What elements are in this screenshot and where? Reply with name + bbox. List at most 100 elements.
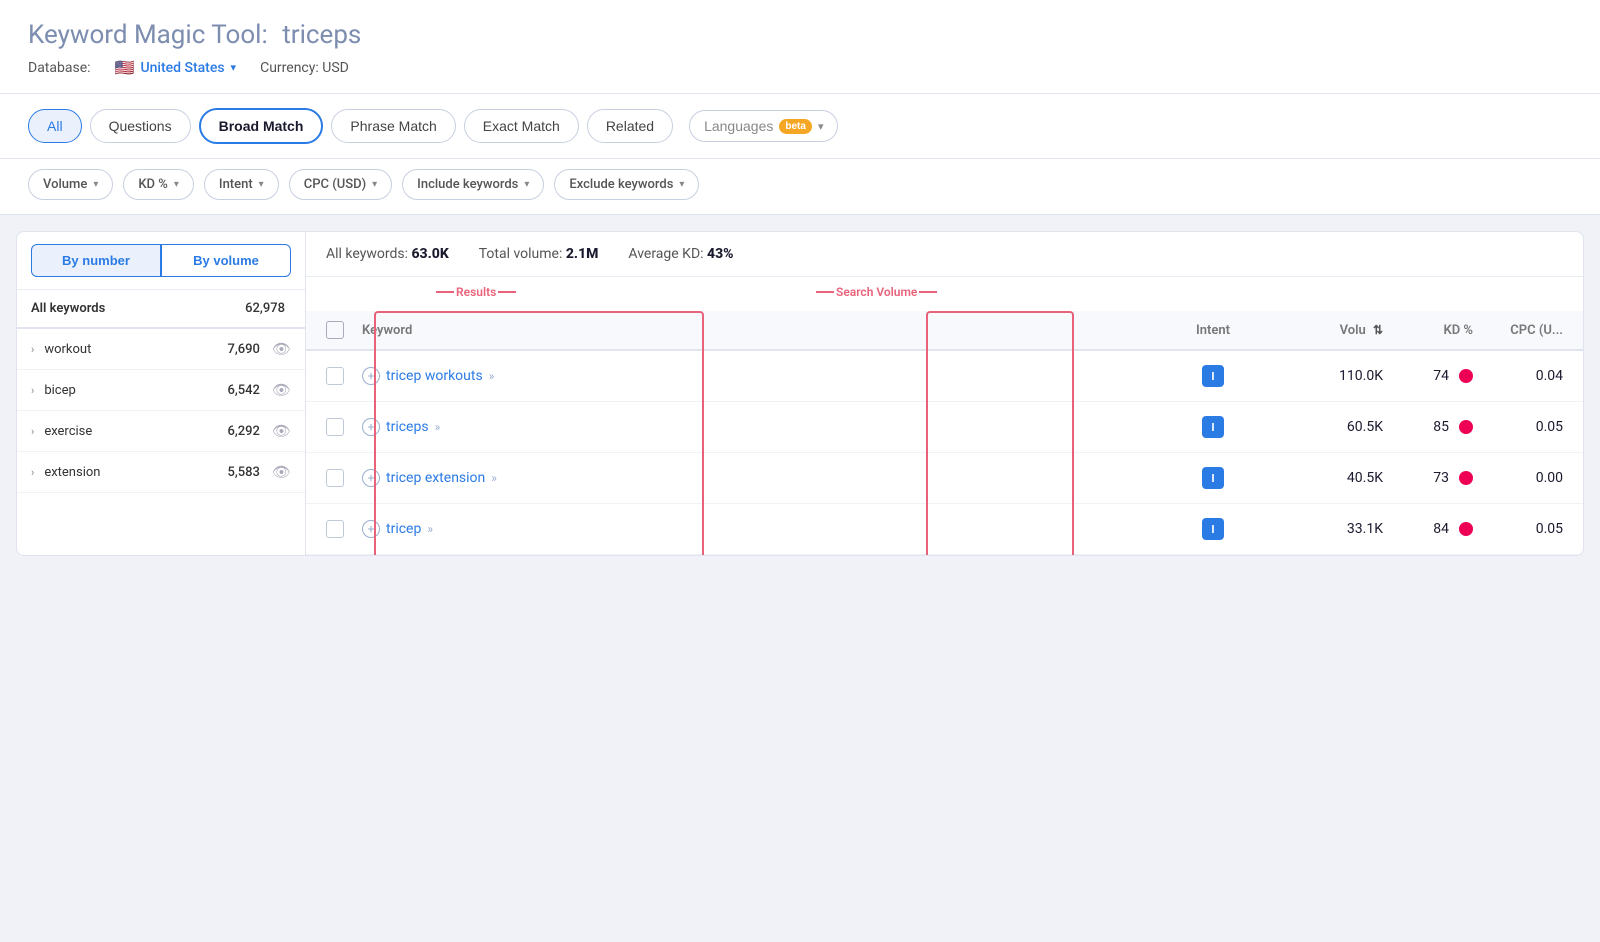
sidebar-count-exercise: 6,292 [227, 424, 259, 439]
toggle-by-volume[interactable]: By volume [161, 244, 291, 277]
table-row: + tricep extension » I 40.5K 73 [306, 453, 1583, 504]
dash-left-icon [436, 291, 454, 293]
volume-value-2: 60.5K [1347, 419, 1383, 435]
tab-broad-match[interactable]: Broad Match [199, 108, 324, 144]
avg-kd-value: 43% [707, 246, 734, 262]
row-checkbox-4[interactable] [326, 520, 344, 538]
title-query: triceps [282, 20, 361, 50]
header-volume[interactable]: Volu ⇅ [1263, 323, 1383, 338]
kd-cell-2: 85 [1383, 419, 1473, 435]
row-check-1 [326, 367, 362, 385]
languages-button[interactable]: Languages beta ▾ [689, 110, 838, 142]
sort-icon: ⇅ [1373, 323, 1383, 337]
tab-all[interactable]: All [28, 109, 82, 143]
filter-row: Volume ▾ KD % ▾ Intent ▾ CPC (USD) ▾ Inc… [0, 159, 1600, 215]
kd-filter-label: KD % [138, 177, 168, 192]
kd-dot-2 [1459, 420, 1473, 434]
total-volume-value: 2.1M [566, 246, 599, 262]
sidebar-header-row: All keywords 62,978 [17, 290, 305, 329]
intent-cell-4: I [1163, 518, 1263, 540]
add-keyword-icon-4[interactable]: + [362, 520, 380, 538]
keyword-link-4[interactable]: + tricep » [362, 520, 1163, 538]
keyword-link-2[interactable]: + triceps » [362, 418, 1163, 436]
intent-cell-2: I [1163, 416, 1263, 438]
table-wrapper: Keyword Intent Volu ⇅ KD % CPC (U... [306, 311, 1583, 555]
sidebar-item-extension[interactable]: › extension 5,583 👁 [17, 452, 305, 493]
eye-icon[interactable]: 👁 [272, 381, 291, 399]
chevron-down-icon: ▾ [174, 179, 179, 190]
volume-cell-2: 60.5K [1263, 419, 1383, 435]
select-all-checkbox[interactable] [326, 321, 344, 339]
row-checkbox-3[interactable] [326, 469, 344, 487]
cpc-cell-3: 0.00 [1473, 470, 1563, 486]
annotation-labels-row: Results Search Volume [326, 277, 1563, 311]
sidebar-item-bicep[interactable]: › bicep 6,542 👁 [17, 370, 305, 411]
keyword-cell-3: + tricep extension » [362, 469, 1163, 487]
table-row: + triceps » I 60.5K 85 [306, 402, 1583, 453]
kd-dot-3 [1459, 471, 1473, 485]
eye-icon[interactable]: 👁 [272, 422, 291, 440]
sidebar-item-workout[interactable]: › workout 7,690 👁 [17, 329, 305, 370]
eye-icon[interactable]: 👁 [272, 340, 291, 358]
avg-kd-label: Average KD: [628, 246, 703, 262]
sidebar-label-bicep: bicep [44, 383, 221, 398]
all-keywords-value: 63.0K [411, 246, 448, 262]
chevron-down-icon: ▾ [259, 179, 264, 190]
add-keyword-icon-3[interactable]: + [362, 469, 380, 487]
sidebar: By number By volume All keywords 62,978 … [16, 231, 306, 556]
sidebar-count-extension: 5,583 [227, 465, 259, 480]
volume-value-3: 40.5K [1347, 470, 1383, 486]
intent-badge-1: I [1202, 365, 1224, 387]
chevron-down-icon: ▾ [93, 179, 98, 190]
keyword-link-1[interactable]: + tricep workouts » [362, 367, 1163, 385]
keyword-text-3: tricep extension [386, 470, 485, 486]
exclude-keywords-filter[interactable]: Exclude keywords ▾ [554, 169, 699, 200]
kd-filter[interactable]: KD % ▾ [123, 169, 194, 200]
sidebar-item-exercise[interactable]: › exercise 6,292 👁 [17, 411, 305, 452]
all-keywords-label: All keywords: [326, 246, 408, 262]
database-row: Database: 🇺🇸 United States ▾ Currency: U… [28, 58, 1572, 77]
keyword-link-3[interactable]: + tricep extension » [362, 469, 1163, 487]
tab-questions[interactable]: Questions [90, 109, 191, 143]
row-check-2 [326, 418, 362, 436]
include-keywords-filter[interactable]: Include keywords ▾ [402, 169, 544, 200]
database-selector[interactable]: 🇺🇸 United States ▾ [115, 58, 237, 77]
add-keyword-icon-2[interactable]: + [362, 418, 380, 436]
table-row: + tricep workouts » I 110.0K 74 [306, 351, 1583, 402]
volume-filter[interactable]: Volume ▾ [28, 169, 113, 200]
chevron-right-icon: › [31, 425, 34, 438]
add-keyword-icon-1[interactable]: + [362, 367, 380, 385]
tab-related[interactable]: Related [587, 109, 673, 143]
row-checkbox-1[interactable] [326, 367, 344, 385]
all-keywords-stat: All keywords: 63.0K [326, 246, 449, 262]
keyword-text-2: triceps [386, 419, 429, 435]
volume-value-4: 33.1K [1347, 521, 1383, 537]
intent-badge-2: I [1202, 416, 1224, 438]
cpc-filter[interactable]: CPC (USD) ▾ [289, 169, 392, 200]
volume-value-1: 110.0K [1339, 368, 1383, 384]
row-checkbox-2[interactable] [326, 418, 344, 436]
total-volume-label: Total volume: [479, 246, 563, 262]
currency-label: Currency: USD [260, 60, 349, 76]
toggle-by-number[interactable]: By number [31, 244, 161, 277]
database-label: Database: [28, 60, 91, 76]
beta-badge: beta [779, 119, 812, 134]
intent-badge-4: I [1202, 518, 1224, 540]
cpc-cell-4: 0.05 [1473, 521, 1563, 537]
tab-phrase-match[interactable]: Phrase Match [331, 109, 455, 143]
header: Keyword Magic Tool: triceps Database: 🇺🇸… [0, 0, 1600, 94]
header-check [326, 321, 362, 339]
chevron-down-icon: ▾ [818, 120, 824, 133]
tabs-bar: All Questions Broad Match Phrase Match E… [0, 94, 1600, 159]
row-check-3 [326, 469, 362, 487]
languages-label: Languages [704, 118, 773, 134]
sidebar-header-count: 62,978 [245, 301, 285, 316]
tab-exact-match[interactable]: Exact Match [464, 109, 579, 143]
title-prefix: Keyword Magic Tool: [28, 20, 268, 50]
intent-filter[interactable]: Intent ▾ [204, 169, 279, 200]
avg-kd-stat: Average KD: 43% [628, 246, 733, 262]
table-row: + tricep » I 33.1K 84 0 [306, 504, 1583, 555]
kd-value-3: 73 [1433, 470, 1449, 486]
eye-icon[interactable]: 👁 [272, 463, 291, 481]
keyword-cell-2: + triceps » [362, 418, 1163, 436]
